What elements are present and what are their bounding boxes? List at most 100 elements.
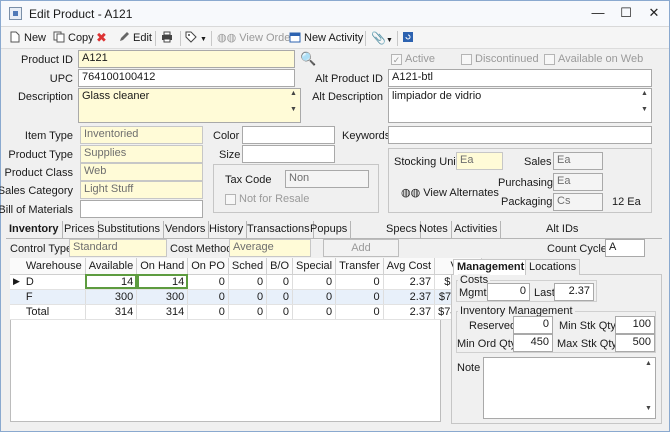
product-type-field[interactable]: Supplies bbox=[80, 145, 203, 163]
refresh-button[interactable] bbox=[402, 29, 417, 47]
transfer-cell[interactable]: 0 bbox=[335, 274, 384, 290]
tab-locations[interactable]: Locations bbox=[525, 259, 581, 275]
attachment-dropdown-button[interactable]: 📎▼ bbox=[371, 29, 393, 47]
tab-inventory[interactable]: Inventory bbox=[6, 221, 63, 238]
reserved-field[interactable]: 0 bbox=[513, 316, 553, 334]
sales-category-field[interactable]: Light Stuff bbox=[80, 181, 203, 199]
purchasing-field[interactable]: Ea bbox=[553, 173, 603, 191]
keywords-field[interactable] bbox=[388, 126, 652, 144]
special-cell[interactable]: 0 bbox=[292, 304, 337, 320]
transfer-cell[interactable]: 0 bbox=[335, 304, 384, 320]
warehouse-cell[interactable]: F bbox=[22, 289, 86, 305]
bo-cell[interactable]: 0 bbox=[266, 304, 294, 320]
column-header[interactable]: Warehouse bbox=[22, 258, 86, 275]
column-header[interactable]: B/O bbox=[266, 258, 294, 275]
minimize-icon[interactable]: — bbox=[583, 1, 613, 25]
delete-button[interactable]: ✖ bbox=[96, 29, 107, 47]
table-row[interactable]: ▶ D 14 14 0 0 0 0 0 2.37 $33.18 bbox=[10, 274, 482, 290]
view-order-button[interactable]: ◍◍ View Order bbox=[217, 29, 294, 47]
tag-dropdown-button[interactable]: ▼ bbox=[185, 29, 207, 47]
alt-product-id-field[interactable]: A121-btl bbox=[388, 69, 652, 87]
active-checkbox[interactable]: ✓ bbox=[391, 54, 402, 65]
last-cost-field[interactable]: 2.37 bbox=[554, 283, 594, 301]
copy-button[interactable]: Copy bbox=[53, 29, 94, 47]
column-header[interactable]: On PO bbox=[187, 258, 229, 275]
special-cell[interactable]: 0 bbox=[292, 274, 337, 290]
upc-field[interactable]: 764100100412 bbox=[78, 69, 295, 87]
cost-method-field[interactable]: Average bbox=[229, 239, 311, 257]
tax-code-field[interactable]: Non bbox=[285, 170, 369, 188]
scroll-arrows-icon[interactable]: ▲ ▼ bbox=[290, 90, 299, 114]
warehouse-cell[interactable]: Total bbox=[22, 304, 86, 320]
packaging-field[interactable]: Cs bbox=[553, 193, 603, 211]
stocking-unit-field[interactable]: Ea bbox=[456, 152, 503, 170]
warehouse-cell[interactable]: D bbox=[22, 274, 86, 290]
on-po-cell[interactable]: 0 bbox=[187, 274, 229, 290]
mgmt-cost-field[interactable]: 0 bbox=[487, 283, 530, 301]
on-hand-cell[interactable]: 314 bbox=[136, 304, 189, 320]
on-hand-cell[interactable]: 14 bbox=[136, 274, 189, 290]
tab-history[interactable]: History bbox=[206, 221, 248, 238]
tab-notes[interactable]: Notes bbox=[416, 221, 452, 238]
note-field[interactable]: ▲ ▼ bbox=[483, 357, 656, 419]
available-cell[interactable]: 300 bbox=[85, 289, 138, 305]
discontinued-checkbox[interactable] bbox=[461, 54, 472, 65]
new-activity-button[interactable]: New Activity bbox=[289, 29, 363, 47]
table-row[interactable]: F 300 300 0 0 0 0 0 2.37 $711.00 bbox=[10, 289, 482, 305]
scroll-arrows-icon[interactable]: ▲ ▼ bbox=[645, 359, 654, 413]
tab-alt-ids[interactable]: Alt IDs bbox=[543, 221, 581, 238]
add-warehouse-button[interactable]: Add Warehouse bbox=[323, 239, 399, 270]
view-alternates-button[interactable]: ◍◍ View Alternates bbox=[401, 186, 499, 199]
min-ord-qty-field[interactable]: 450 bbox=[513, 334, 553, 352]
sched-cell[interactable]: 0 bbox=[228, 274, 268, 290]
special-cell[interactable]: 0 bbox=[292, 289, 337, 305]
table-row[interactable]: Total 314 314 0 0 0 0 0 2.37 $744.18 bbox=[10, 304, 482, 320]
print-button[interactable] bbox=[161, 29, 176, 47]
count-cycle-field[interactable]: A bbox=[605, 239, 645, 257]
available-on-web-checkbox[interactable] bbox=[544, 54, 555, 65]
tab-management[interactable]: Management bbox=[453, 259, 529, 275]
product-id-field[interactable]: A121 bbox=[78, 50, 295, 68]
sched-cell[interactable]: 0 bbox=[228, 304, 268, 320]
column-header[interactable]: On Hand bbox=[136, 258, 189, 275]
tab-activities[interactable]: Activities bbox=[451, 221, 502, 238]
tab-transactions[interactable]: Transactions bbox=[244, 221, 314, 238]
sched-cell[interactable]: 0 bbox=[228, 289, 268, 305]
search-icon[interactable]: 🔍 bbox=[300, 51, 316, 67]
size-field[interactable] bbox=[242, 145, 335, 163]
close-icon[interactable]: ✕ bbox=[639, 1, 669, 25]
control-type-field[interactable]: Standard bbox=[69, 239, 167, 257]
tab-vendors[interactable]: Vendors bbox=[162, 221, 210, 238]
column-header[interactable]: Available bbox=[85, 258, 138, 275]
avg-cost-cell[interactable]: 2.37 bbox=[383, 274, 436, 290]
avg-cost-cell[interactable]: 2.37 bbox=[383, 304, 436, 320]
scroll-arrows-icon[interactable]: ▲ ▼ bbox=[641, 90, 650, 114]
column-header[interactable]: Special bbox=[292, 258, 337, 275]
max-stk-qty-field[interactable]: 500 bbox=[615, 334, 655, 352]
transfer-cell[interactable]: 0 bbox=[335, 289, 384, 305]
alt-description-field[interactable]: limpiador de vidrio ▲ ▼ bbox=[388, 88, 652, 123]
bill-of-materials-field[interactable] bbox=[80, 200, 203, 218]
tab-substitutions[interactable]: Substitutions bbox=[94, 221, 164, 238]
column-header[interactable]: Sched bbox=[228, 258, 268, 275]
available-cell[interactable]: 14 bbox=[85, 274, 138, 290]
item-type-field[interactable]: Inventoried bbox=[80, 126, 203, 144]
on-hand-cell[interactable]: 300 bbox=[136, 289, 189, 305]
bo-cell[interactable]: 0 bbox=[266, 274, 294, 290]
column-header[interactable]: Avg Cost bbox=[383, 258, 436, 275]
new-button[interactable]: New bbox=[9, 29, 46, 47]
bo-cell[interactable]: 0 bbox=[266, 289, 294, 305]
product-class-field[interactable]: Web bbox=[80, 163, 203, 181]
description-field[interactable]: Glass cleaner ▲ ▼ bbox=[78, 88, 301, 123]
tab-prices[interactable]: Prices bbox=[61, 221, 99, 238]
not-for-resale-checkbox[interactable] bbox=[225, 194, 236, 205]
on-po-cell[interactable]: 0 bbox=[187, 304, 229, 320]
sales-unit-field[interactable]: Ea bbox=[553, 152, 603, 170]
available-cell[interactable]: 314 bbox=[85, 304, 138, 320]
avg-cost-cell[interactable]: 2.37 bbox=[383, 289, 436, 305]
column-header[interactable]: Transfer bbox=[335, 258, 384, 275]
edit-button[interactable]: Edit bbox=[118, 29, 152, 47]
maximize-icon[interactable]: ☐ bbox=[611, 1, 641, 25]
tab-popups[interactable]: Popups bbox=[307, 221, 352, 238]
min-stk-qty-field[interactable]: 100 bbox=[615, 316, 655, 334]
